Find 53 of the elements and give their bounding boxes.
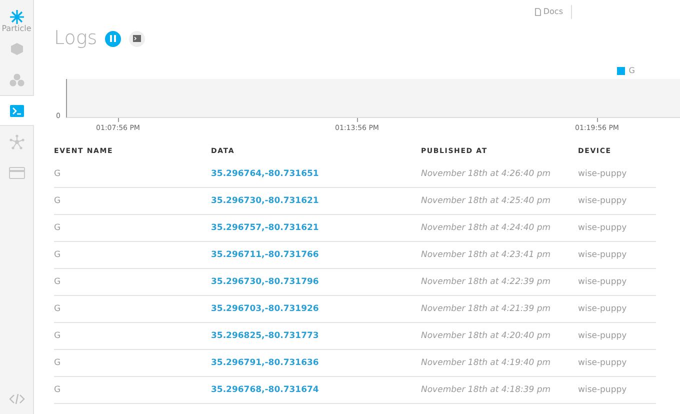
device-name: wise-puppy [578, 168, 628, 180]
device-name: wise-puppy [578, 194, 628, 208]
data-link[interactable]: 35.296791,-80.731636 [211, 358, 319, 368]
published-time: November 18th at 4:21:39 pm [421, 302, 552, 316]
event-name: G [54, 248, 62, 262]
published-time: November 18th at 4:22:39 pm [421, 276, 552, 288]
cubes-icon [8, 72, 24, 86]
device-name: wise-puppy [578, 356, 628, 370]
sidebar-item[interactable] [0, 95, 34, 126]
device-name: wise-puppy [578, 276, 628, 288]
event-name: G [54, 356, 62, 370]
published-time: November 18th at 4:23:41 pm [421, 248, 552, 262]
published-time: November 18th at 4:25:40 pm [421, 194, 552, 208]
star-burst-icon [10, 10, 24, 24]
cube-icon [10, 42, 24, 56]
data-link[interactable]: 35.296711,-80.731766 [211, 250, 319, 260]
terminal-icon [10, 104, 24, 116]
data-link[interactable]: 35.296825,-80.731773 [211, 330, 319, 341]
network-icon [8, 134, 24, 150]
document-icon [535, 8, 542, 16]
published-time: November 18th at 4:26:40 pm [421, 168, 552, 180]
legend-label: G [628, 65, 635, 77]
device-name: wise-puppy [578, 222, 628, 234]
published-time: November 18th at 4:20:40 pm [421, 330, 552, 342]
device-name: wise-puppy [578, 248, 628, 262]
published-time: November 18th at 4:18:39 pm [421, 384, 552, 396]
data-link[interactable]: 35.296764,-80.731651 [211, 168, 319, 179]
event-name: G [54, 222, 62, 234]
data-link[interactable]: 35.296757,-80.731621 [211, 222, 319, 233]
event-name: G [54, 302, 62, 316]
event-name: G [54, 276, 62, 288]
card-icon [8, 166, 24, 178]
event-name: G [54, 384, 62, 396]
code-icon [8, 394, 24, 404]
data-link[interactable]: 35.296703,-80.731926 [211, 304, 319, 314]
pause-icon [110, 35, 116, 42]
event-name: G [54, 330, 62, 342]
event-name: G [54, 194, 62, 208]
pause-button[interactable] [105, 30, 122, 46]
device-name: wise-puppy [578, 330, 628, 342]
device-name: wise-puppy [578, 384, 628, 396]
event-name: G [54, 168, 62, 180]
data-link[interactable]: 35.296730,-80.731796 [211, 276, 319, 287]
data-link[interactable]: 35.296768,-80.731674 [211, 384, 319, 395]
brand-name: Particle [2, 25, 32, 33]
data-link[interactable]: 35.296730,-80.731621 [211, 196, 319, 206]
terminal-icon [133, 35, 142, 42]
published-time: November 18th at 4:24:40 pm [421, 222, 552, 234]
page-title: Logs [54, 29, 98, 48]
console-button[interactable] [129, 30, 146, 46]
device-name: wise-puppy [578, 302, 628, 316]
published-time: November 18th at 4:19:40 pm [421, 356, 552, 370]
docs-link[interactable]: Docs [535, 5, 572, 19]
